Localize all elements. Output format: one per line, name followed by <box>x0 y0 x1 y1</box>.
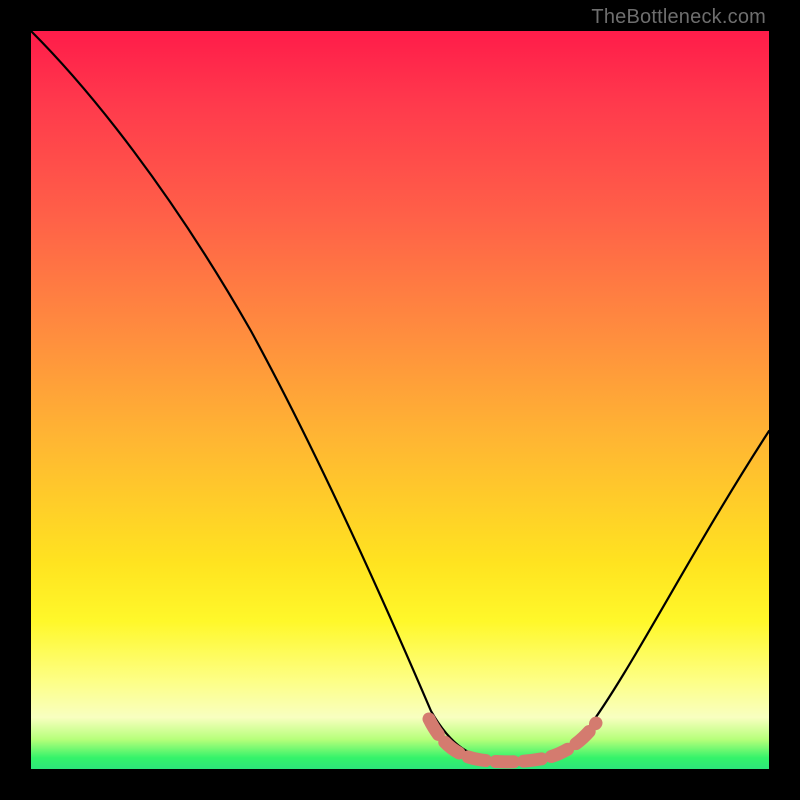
curve-layer <box>31 31 769 769</box>
bottleneck-curve <box>31 31 769 760</box>
chart-frame: TheBottleneck.com <box>0 0 800 800</box>
watermark-text: TheBottleneck.com <box>591 6 766 29</box>
